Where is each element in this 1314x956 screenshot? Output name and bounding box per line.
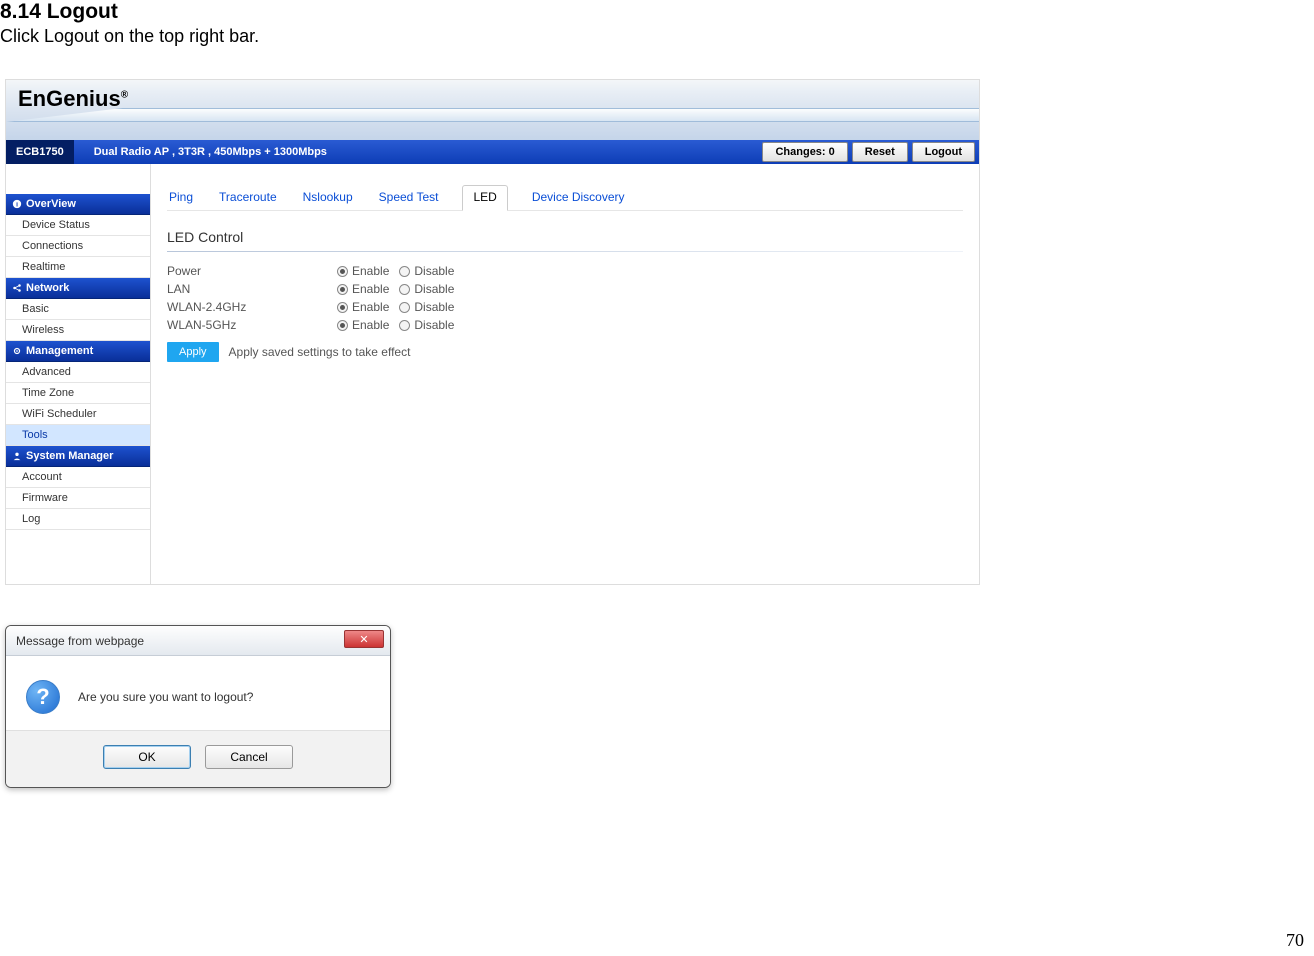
row-wlan5: WLAN-5GHz Enable Disable (167, 316, 963, 334)
dialog-close-button[interactable]: ✕ (344, 630, 384, 648)
tab-speed-test[interactable]: Speed Test (377, 186, 441, 210)
tab-led[interactable]: LED (462, 185, 507, 211)
dialog-title: Message from webpage (6, 634, 144, 648)
sidebar-section-label: OverView (26, 198, 76, 210)
apply-button[interactable]: Apply (167, 342, 219, 362)
device-tagline: Dual Radio AP , 3T3R , 450Mbps + 1300Mbp… (74, 146, 327, 158)
doc-heading: 8.14 Logout (0, 0, 1314, 26)
dialog-ok-button[interactable]: OK (103, 745, 191, 769)
radio-wlan5-disable[interactable] (399, 320, 410, 331)
sidebar-item-realtime[interactable]: Realtime (6, 257, 150, 278)
router-body: i OverView Device Status Connections Rea… (6, 164, 979, 584)
sidebar-item-advanced[interactable]: Advanced (6, 362, 150, 383)
close-icon: ✕ (359, 633, 368, 646)
sidebar-item-wireless[interactable]: Wireless (6, 320, 150, 341)
sidebar-item-connections[interactable]: Connections (6, 236, 150, 257)
radio-group-lan: Enable Disable (337, 282, 462, 296)
logo-reg: ® (121, 90, 128, 101)
tab-traceroute[interactable]: Traceroute (217, 186, 279, 210)
info-icon: i (12, 199, 22, 209)
doc-subtext: Click Logout on the top right bar. (0, 26, 1314, 47)
radio-label-disable: Disable (414, 300, 454, 314)
reset-button[interactable]: Reset (852, 142, 908, 162)
radio-label-disable: Disable (414, 282, 454, 296)
row-lan: LAN Enable Disable (167, 280, 963, 298)
section-divider (167, 251, 963, 252)
radio-power-enable[interactable] (337, 266, 348, 277)
share-icon (12, 283, 22, 293)
logout-dialog: Message from webpage ✕ ? Are you sure yo… (5, 625, 391, 788)
sidebar-item-time-zone[interactable]: Time Zone (6, 383, 150, 404)
content-pane: Ping Traceroute Nslookup Speed Test LED … (151, 164, 979, 584)
dialog-cancel-button[interactable]: Cancel (205, 745, 293, 769)
logo-text: EnGenius (18, 86, 121, 111)
tab-nslookup[interactable]: Nslookup (301, 186, 355, 210)
row-power: Power Enable Disable (167, 262, 963, 280)
sidebar-item-firmware[interactable]: Firmware (6, 488, 150, 509)
radio-wlan24-disable[interactable] (399, 302, 410, 313)
radio-power-disable[interactable] (399, 266, 410, 277)
radio-label-enable: Enable (352, 264, 389, 278)
model-label: ECB1750 (6, 140, 74, 164)
sidebar-section-label: Management (26, 345, 93, 357)
radio-lan-disable[interactable] (399, 284, 410, 295)
top-button-group: Changes: 0 Reset Logout (762, 140, 975, 164)
sidebar-item-account[interactable]: Account (6, 467, 150, 488)
changes-button[interactable]: Changes: 0 (762, 142, 847, 162)
user-icon (12, 451, 22, 461)
tab-ping[interactable]: Ping (167, 186, 195, 210)
label-power: Power (167, 264, 337, 278)
sidebar-item-wifi-scheduler[interactable]: WiFi Scheduler (6, 404, 150, 425)
section-title: LED Control (167, 229, 963, 245)
router-header: EnGenius® (6, 80, 979, 140)
radio-group-wlan5: Enable Disable (337, 318, 462, 332)
radio-label-disable: Disable (414, 264, 454, 278)
sidebar-item-device-status[interactable]: Device Status (6, 215, 150, 236)
dialog-body: ? Are you sure you want to logout? (6, 656, 390, 730)
row-wlan24: WLAN-2.4GHz Enable Disable (167, 298, 963, 316)
sidebar-section-label: Network (26, 282, 69, 294)
apply-hint: Apply saved settings to take effect (229, 345, 411, 359)
router-info-bar: ECB1750 Dual Radio AP , 3T3R , 450Mbps +… (6, 140, 979, 164)
tab-row: Ping Traceroute Nslookup Speed Test LED … (167, 184, 963, 211)
dialog-button-row: OK Cancel (6, 730, 390, 787)
brand-logo: EnGenius® (18, 86, 128, 112)
svg-text:i: i (16, 202, 18, 209)
router-admin-frame: EnGenius® ECB1750 Dual Radio AP , 3T3R ,… (5, 79, 980, 585)
gear-icon (12, 346, 22, 356)
label-wlan24: WLAN-2.4GHz (167, 300, 337, 314)
radio-lan-enable[interactable] (337, 284, 348, 295)
sidebar-item-log[interactable]: Log (6, 509, 150, 530)
radio-label-enable: Enable (352, 282, 389, 296)
sidebar-section-label: System Manager (26, 450, 113, 462)
radio-label-enable: Enable (352, 300, 389, 314)
header-swoosh (6, 108, 979, 122)
tab-device-discovery[interactable]: Device Discovery (530, 186, 627, 210)
radio-group-wlan24: Enable Disable (337, 300, 462, 314)
sidebar-section-overview[interactable]: i OverView (6, 194, 150, 215)
radio-wlan5-enable[interactable] (337, 320, 348, 331)
radio-label-enable: Enable (352, 318, 389, 332)
page-number: 70 (1286, 930, 1304, 951)
sidebar-spacer (6, 164, 150, 194)
label-wlan5: WLAN-5GHz (167, 318, 337, 332)
dialog-message: Are you sure you want to logout? (78, 690, 253, 704)
question-icon: ? (26, 680, 60, 714)
logout-button[interactable]: Logout (912, 142, 975, 162)
dialog-titlebar: Message from webpage ✕ (6, 626, 390, 656)
sidebar-section-management[interactable]: Management (6, 341, 150, 362)
sidebar: i OverView Device Status Connections Rea… (6, 164, 151, 584)
sidebar-section-system-manager[interactable]: System Manager (6, 446, 150, 467)
sidebar-item-basic[interactable]: Basic (6, 299, 150, 320)
label-lan: LAN (167, 282, 337, 296)
apply-row: Apply Apply saved settings to take effec… (167, 342, 963, 362)
radio-group-power: Enable Disable (337, 264, 462, 278)
radio-label-disable: Disable (414, 318, 454, 332)
sidebar-item-tools[interactable]: Tools (6, 425, 150, 446)
sidebar-section-network[interactable]: Network (6, 278, 150, 299)
radio-wlan24-enable[interactable] (337, 302, 348, 313)
